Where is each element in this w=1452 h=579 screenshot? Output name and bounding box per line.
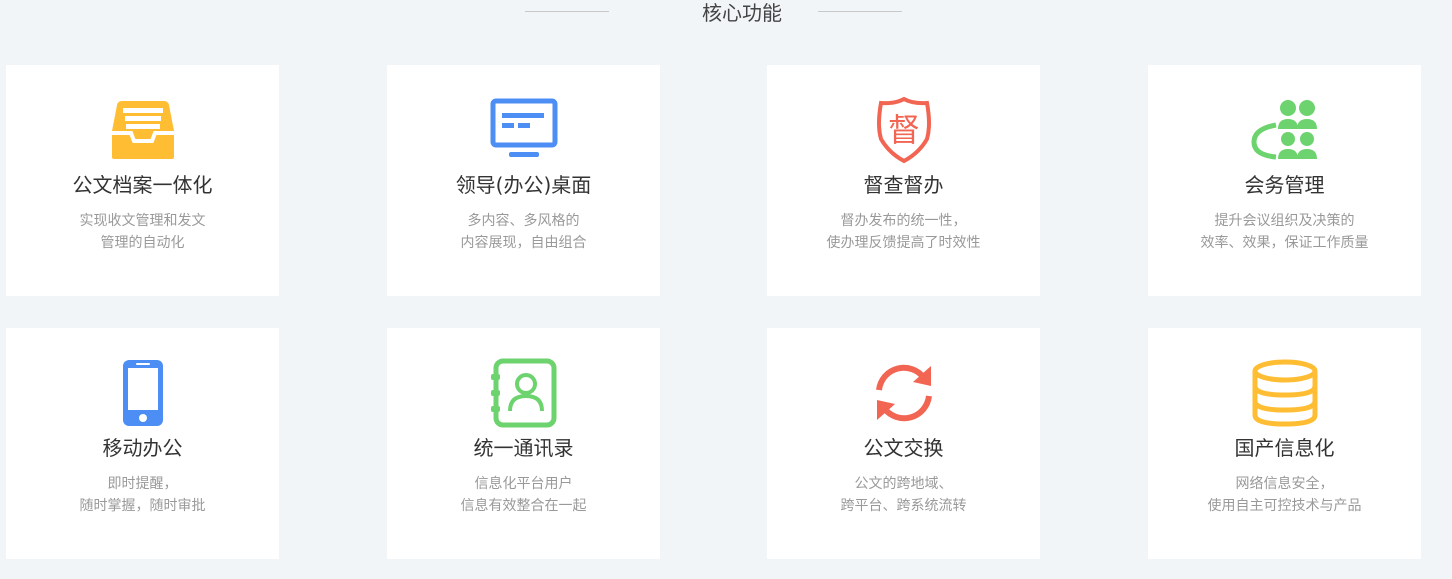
supervision-shield-icon: 督 [869,95,939,165]
monitor-icon [489,95,559,165]
feature-card-address-book[interactable]: 统一通讯录 信息化平台用户 信息有效整合在一起 [387,328,660,559]
feature-name: 国产信息化 [1234,436,1335,460]
feature-name: 公文档案一体化 [72,173,213,197]
mobile-phone-icon [108,358,178,428]
feature-description: 公文的跨地域、 跨平台、跨系统流转 [840,476,967,514]
feature-card-domestic-it[interactable]: 国产信息化 网络信息安全， 使用自主可控技术与产品 [1148,328,1421,559]
feature-description: 网络信息安全， 使用自主可控技术与产品 [1207,476,1362,514]
feature-description: 信息化平台用户 信息有效整合在一起 [460,476,587,514]
svg-text:督: 督 [888,111,920,149]
feature-name: 督查督办 [863,173,944,197]
feature-name: 领导(办公)桌面 [455,173,592,197]
feature-card-document-exchange[interactable]: 公文交换 公文的跨地域、 跨平台、跨系统流转 [767,328,1040,559]
section-title: 核心功能 [702,1,782,25]
feature-name: 统一通讯录 [473,436,574,460]
feature-description: 督办发布的统一性， 使办理反馈提高了时效性 [826,213,981,251]
header-divider-right [818,11,902,12]
database-icon [1250,358,1320,428]
feature-card-mobile-office[interactable]: 移动办公 即时提醒， 随时掌握，随时审批 [6,328,279,559]
header-divider-left [525,11,609,12]
section-header: 核心功能 [0,0,1452,30]
feature-card-meeting-management[interactable]: 会务管理 提升会议组织及决策的 效率、效果，保证工作质量 [1148,65,1421,296]
feature-name: 会务管理 [1244,173,1325,197]
inbox-tray-icon [108,95,178,165]
exchange-arrows-icon [869,358,939,428]
feature-card-leader-desktop[interactable]: 领导(办公)桌面 多内容、多风格的 内容展现，自由组合 [387,65,660,296]
feature-name: 移动办公 [102,436,183,460]
feature-description: 提升会议组织及决策的 效率、效果，保证工作质量 [1200,213,1369,251]
feature-card-supervision[interactable]: 督 督查督办 督办发布的统一性， 使办理反馈提高了时效性 [767,65,1040,296]
feature-description: 实现收文管理和发文 管理的自动化 [79,213,206,251]
address-book-icon [489,358,559,428]
feature-name: 公文交换 [863,436,944,460]
feature-description: 多内容、多风格的 内容展现，自由组合 [460,213,587,251]
meeting-group-icon [1250,95,1320,165]
feature-description: 即时提醒， 随时掌握，随时审批 [79,476,206,514]
feature-card-document-archive[interactable]: 公文档案一体化 实现收文管理和发文 管理的自动化 [6,65,279,296]
